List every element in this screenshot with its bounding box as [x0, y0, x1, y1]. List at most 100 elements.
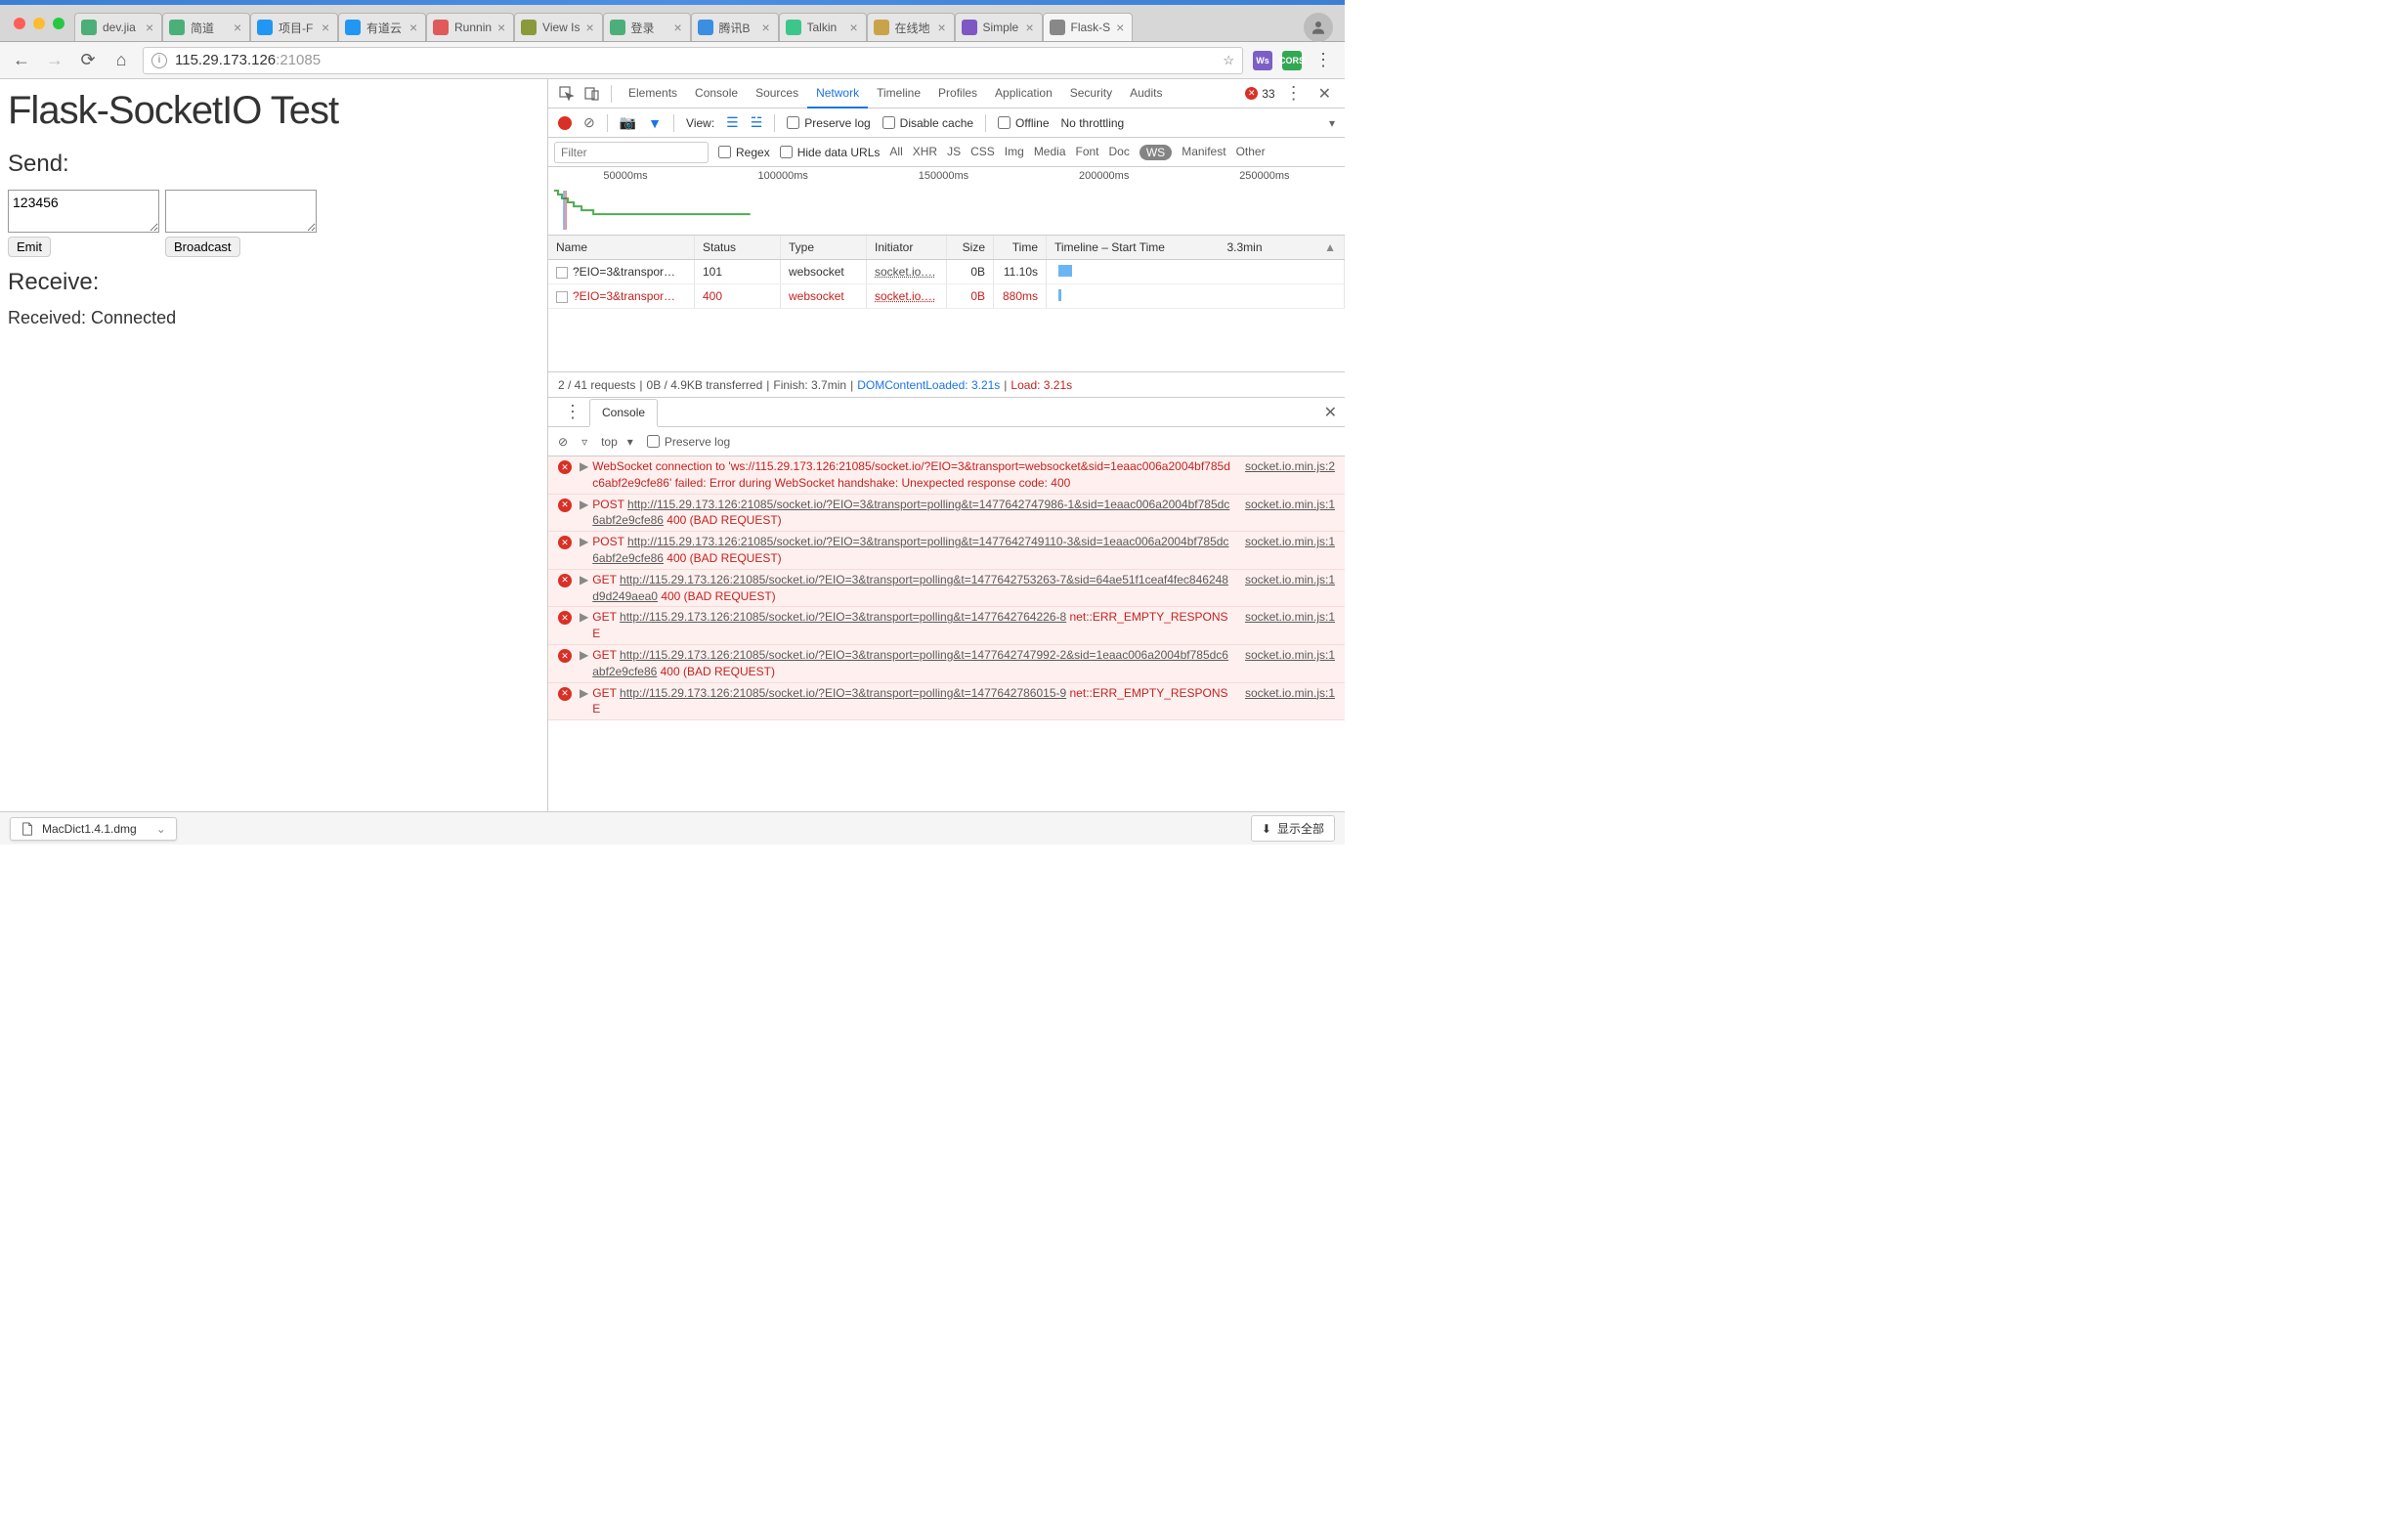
- filter-type-font[interactable]: Font: [1076, 145, 1099, 160]
- browser-tab[interactable]: 在线地×: [867, 13, 955, 41]
- console-error-row[interactable]: ✕▶WebSocket connection to 'ws://115.29.1…: [548, 456, 1345, 495]
- filter-type-media[interactable]: Media: [1034, 145, 1066, 160]
- disable-cache-checkbox[interactable]: Disable cache: [882, 116, 973, 130]
- preserve-log-checkbox[interactable]: Preserve log: [787, 116, 870, 130]
- console-error-row[interactable]: ✕▶POST http://115.29.173.126:21085/socke…: [548, 495, 1345, 533]
- emit-input[interactable]: 123456: [8, 190, 159, 233]
- col-type[interactable]: Type: [781, 236, 867, 259]
- devtools-tab-application[interactable]: Application: [986, 79, 1061, 108]
- console-source-link[interactable]: socket.io.min.js:2: [1245, 458, 1335, 492]
- forward-button[interactable]: →: [43, 49, 66, 72]
- console-error-row[interactable]: ✕▶GET http://115.29.173.126:21085/socket…: [548, 683, 1345, 721]
- browser-tab[interactable]: View Is×: [514, 13, 602, 41]
- broadcast-button[interactable]: Broadcast: [165, 237, 240, 257]
- col-initiator[interactable]: Initiator: [867, 236, 947, 259]
- devtools-tab-security[interactable]: Security: [1061, 79, 1121, 108]
- console-source-link[interactable]: socket.io.min.js:1: [1245, 609, 1335, 642]
- filter-type-xhr[interactable]: XHR: [913, 145, 937, 160]
- browser-tab[interactable]: Talkin×: [779, 13, 867, 41]
- site-info-icon[interactable]: i: [151, 53, 167, 68]
- browser-tab[interactable]: 简道×: [162, 13, 250, 41]
- tab-close-icon[interactable]: ×: [1026, 22, 1036, 32]
- console-error-row[interactable]: ✕▶GET http://115.29.173.126:21085/socket…: [548, 607, 1345, 645]
- browser-tab[interactable]: 有道云×: [338, 13, 426, 41]
- filter-type-doc[interactable]: Doc: [1109, 145, 1130, 160]
- tab-close-icon[interactable]: ×: [762, 22, 772, 32]
- console-source-link[interactable]: socket.io.min.js:1: [1245, 572, 1335, 605]
- browser-tab[interactable]: Flask-S×: [1043, 13, 1134, 41]
- console-source-link[interactable]: socket.io.min.js:1: [1245, 647, 1335, 680]
- inspect-icon[interactable]: [556, 83, 578, 105]
- tab-close-icon[interactable]: ×: [497, 22, 507, 32]
- console-error-row[interactable]: ✕▶GET http://115.29.173.126:21085/socket…: [548, 570, 1345, 608]
- tab-close-icon[interactable]: ×: [146, 22, 155, 32]
- device-toggle-icon[interactable]: [581, 83, 603, 105]
- console-source-link[interactable]: socket.io.min.js:1: [1245, 685, 1335, 718]
- console-filter-icon[interactable]: ▿: [581, 435, 587, 449]
- profile-avatar[interactable]: [1304, 13, 1333, 42]
- filter-type-img[interactable]: Img: [1005, 145, 1024, 160]
- window-controls[interactable]: [4, 13, 74, 41]
- broadcast-input[interactable]: [165, 190, 317, 233]
- filter-type-manifest[interactable]: Manifest: [1182, 145, 1226, 160]
- devtools-tab-console[interactable]: Console: [686, 79, 747, 108]
- browser-tab[interactable]: dev.jia×: [74, 13, 162, 41]
- col-size[interactable]: Size: [947, 236, 994, 259]
- tab-close-icon[interactable]: ×: [234, 22, 243, 32]
- download-item[interactable]: MacDict1.4.1.dmg ⌄: [10, 817, 177, 841]
- devtools-close-button[interactable]: ✕: [1312, 84, 1337, 104]
- filter-type-ws[interactable]: WS: [1140, 145, 1172, 160]
- browser-tab[interactable]: 登录×: [603, 13, 691, 41]
- error-badge[interactable]: ✕ 33: [1245, 87, 1274, 101]
- devtools-tab-network[interactable]: Network: [807, 79, 868, 108]
- devtools-tab-elements[interactable]: Elements: [620, 79, 686, 108]
- filter-type-other[interactable]: Other: [1236, 145, 1266, 160]
- col-time[interactable]: Time: [994, 236, 1047, 259]
- devtools-tab-timeline[interactable]: Timeline: [868, 79, 929, 108]
- waterfall-icon[interactable]: ☱: [751, 114, 763, 131]
- console-source-link[interactable]: socket.io.min.js:1: [1245, 497, 1335, 530]
- tab-close-icon[interactable]: ×: [322, 22, 331, 32]
- browser-tab[interactable]: Simple×: [955, 13, 1043, 41]
- filter-input[interactable]: [554, 142, 709, 163]
- tab-close-icon[interactable]: ×: [1116, 22, 1126, 32]
- drawer-tab-console[interactable]: Console: [589, 399, 658, 427]
- back-button[interactable]: ←: [10, 49, 33, 72]
- tab-close-icon[interactable]: ×: [674, 22, 684, 32]
- emit-button[interactable]: Emit: [8, 237, 51, 257]
- tab-close-icon[interactable]: ×: [586, 22, 596, 32]
- console-preserve-checkbox[interactable]: Preserve log: [647, 435, 730, 449]
- address-bar[interactable]: i 115.29.173.126:21085 ☆: [143, 47, 1243, 74]
- network-request-row[interactable]: ?EIO=3&transpor…101websocketsocket.io.…0…: [548, 260, 1345, 284]
- zoom-window-icon[interactable]: [53, 18, 64, 29]
- filter-type-js[interactable]: JS: [947, 145, 961, 160]
- tab-close-icon[interactable]: ×: [850, 22, 860, 32]
- tab-close-icon[interactable]: ×: [938, 22, 948, 32]
- console-source-link[interactable]: socket.io.min.js:1: [1245, 534, 1335, 567]
- devtools-menu-button[interactable]: ⋮: [1279, 83, 1309, 104]
- home-button[interactable]: ⌂: [109, 49, 133, 72]
- browser-tab[interactable]: Runnin×: [426, 13, 514, 41]
- col-timeline[interactable]: Timeline – Start Time3.3min▲: [1047, 236, 1345, 259]
- filter-type-all[interactable]: All: [889, 145, 902, 160]
- devtools-tab-audits[interactable]: Audits: [1121, 79, 1171, 108]
- browser-tab[interactable]: 腾讯B×: [691, 13, 779, 41]
- cors-extension-icon[interactable]: CORS: [1282, 51, 1302, 70]
- offline-checkbox[interactable]: Offline: [998, 116, 1049, 130]
- console-clear-icon[interactable]: ⊘: [558, 435, 568, 449]
- devtools-tab-profiles[interactable]: Profiles: [929, 79, 986, 108]
- network-overview[interactable]: 50000ms100000ms150000ms200000ms250000ms: [548, 167, 1345, 236]
- throttling-dropdown-icon[interactable]: ▾: [1329, 116, 1335, 130]
- throttling-select[interactable]: No throttling: [1061, 116, 1125, 130]
- regex-checkbox[interactable]: Regex: [718, 146, 770, 159]
- filter-type-css[interactable]: CSS: [970, 145, 995, 160]
- minimize-window-icon[interactable]: [33, 18, 45, 29]
- drawer-menu-button[interactable]: ⋮: [556, 402, 589, 422]
- devtools-tab-sources[interactable]: Sources: [747, 79, 807, 108]
- col-status[interactable]: Status: [695, 236, 781, 259]
- filter-toggle-icon[interactable]: ▼: [648, 115, 662, 131]
- browser-menu-button[interactable]: ⋮: [1312, 49, 1335, 72]
- tab-close-icon[interactable]: ×: [409, 22, 419, 32]
- network-request-row[interactable]: ?EIO=3&transpor…400websocketsocket.io.…0…: [548, 284, 1345, 309]
- capture-screenshots-icon[interactable]: 📷: [620, 114, 636, 131]
